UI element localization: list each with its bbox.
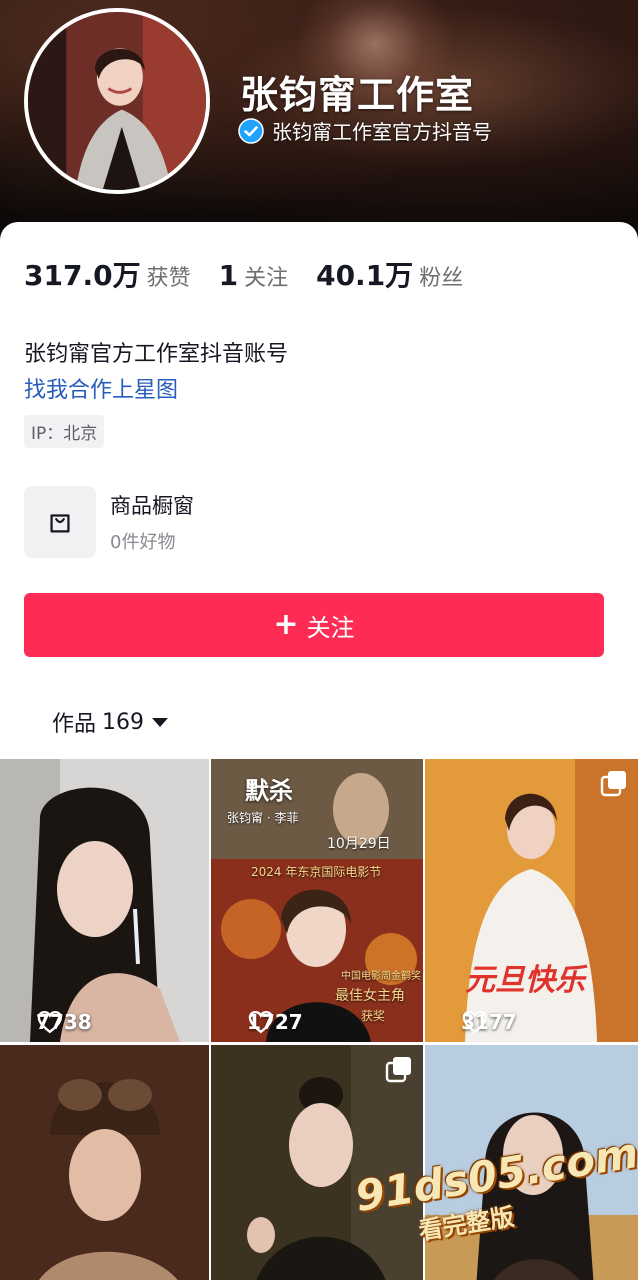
video-thumbnail[interactable]: 7738 <box>0 759 209 1042</box>
cooperation-link[interactable]: 找我合作上星图 <box>24 372 178 404</box>
heart-icon <box>8 1010 62 1034</box>
thumbnail-image <box>0 1045 209 1280</box>
multi-image-icon <box>600 769 628 797</box>
ip-location-tag: IP：北京 <box>24 415 105 448</box>
avatar-photo <box>28 12 206 190</box>
verified-badge-icon <box>238 117 264 144</box>
heart-icon <box>219 1010 273 1034</box>
like-count: 1727 <box>219 1010 303 1034</box>
poster-award-org: 中国电影周金鹤奖 <box>341 971 421 982</box>
shopping-bag-icon <box>50 514 70 533</box>
like-count: 3177 <box>433 1010 517 1034</box>
stats-row: 317.0万 获赞 1 关注 40.1万 粉丝 <box>24 254 491 294</box>
shop-window-entry[interactable]: 商品橱窗 0件好物 <box>24 486 194 558</box>
profile-card: 317.0万 获赞 1 关注 40.1万 粉丝 张钧甯官方工作室抖音账号 找我合… <box>0 222 638 1280</box>
works-tab[interactable]: 作品 169 <box>52 706 169 738</box>
poster-greeting: 元旦快乐 <box>465 963 585 998</box>
follow-button-label: 关注 <box>306 613 355 642</box>
thumbnail-image <box>0 759 209 1042</box>
shop-text: 商品橱窗 0件好物 <box>110 490 194 554</box>
poster-festival: 2024 年东京国际电影节 <box>251 865 382 879</box>
poster-award-suffix: 获奖 <box>361 1009 386 1023</box>
caret-down-icon <box>152 717 169 727</box>
works-count: 169 <box>102 709 145 735</box>
verified-text: 张钧甯工作室官方抖音号 <box>272 120 492 144</box>
like-count: 7738 <box>8 1010 92 1034</box>
avatar[interactable] <box>24 8 210 194</box>
heart-icon <box>433 1010 487 1034</box>
poster-title: 默杀 <box>245 777 293 805</box>
multi-image-icon <box>385 1055 413 1083</box>
poster-date: 10月29日 <box>327 836 391 852</box>
video-thumbnail[interactable]: 默杀 张钧甯 · 李菲 10月29日 2024 年东京国际电影节 中国电影周金鹤… <box>211 759 423 1042</box>
following-label[interactable]: 关注 <box>244 260 288 292</box>
poster-cast: 张钧甯 · 李菲 <box>227 811 299 825</box>
profile-name: 张钧甯工作室 <box>240 73 475 117</box>
following-count[interactable]: 1 <box>219 259 238 292</box>
likes-count[interactable]: 317.0万 <box>24 254 141 294</box>
works-tab-label: 作品 <box>52 712 97 737</box>
followers-label[interactable]: 粉丝 <box>419 260 463 292</box>
video-thumbnail[interactable] <box>0 1045 209 1280</box>
thumbnail-image <box>425 759 638 1042</box>
plus-icon: + <box>273 607 299 642</box>
followers-count[interactable]: 40.1万 <box>316 254 413 294</box>
poster-award: 最佳女主角 <box>335 988 405 1004</box>
shop-subtitle: 0件好物 <box>110 532 176 553</box>
follow-button[interactable]: + 关注 <box>24 593 604 657</box>
likes-label[interactable]: 获赞 <box>147 260 191 292</box>
shop-icon-box <box>24 486 96 558</box>
verified-row: 张钧甯工作室官方抖音号 <box>238 116 492 145</box>
bio-text: 张钧甯官方工作室抖音账号 <box>24 342 289 367</box>
shop-title: 商品橱窗 <box>110 494 194 518</box>
video-thumbnail[interactable]: 元旦快乐 3177 <box>425 759 638 1042</box>
video-thumbnail[interactable] <box>211 1045 423 1280</box>
